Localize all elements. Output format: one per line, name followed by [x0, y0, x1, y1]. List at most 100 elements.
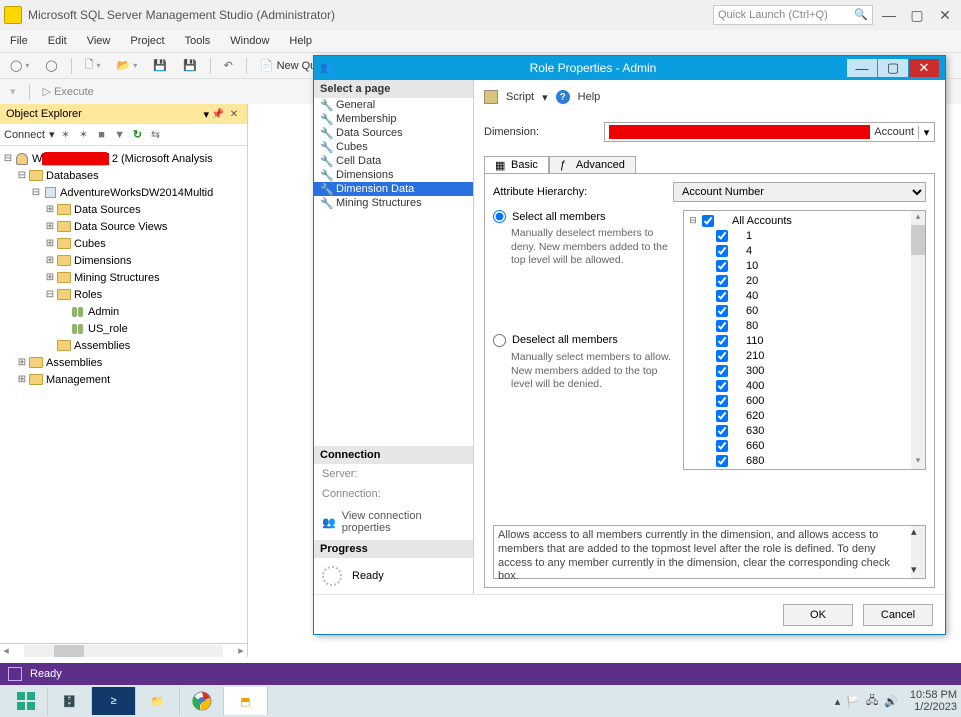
- description-scrollbar[interactable]: ▴▾: [911, 526, 925, 578]
- sync-icon[interactable]: ⇆: [149, 128, 163, 142]
- dimension-combo[interactable]: Account ▾: [604, 122, 935, 142]
- clock[interactable]: 10:58 PM 1/2/2023: [910, 689, 957, 713]
- forward-button[interactable]: ◯: [39, 57, 63, 74]
- tray-up-icon[interactable]: ▴: [835, 695, 841, 708]
- datasources-node[interactable]: Data Sources: [74, 204, 141, 216]
- server-node[interactable]: W████████ 2 (Microsoft Analysis: [32, 153, 213, 165]
- minimize-button[interactable]: —: [877, 5, 901, 25]
- refresh-icon[interactable]: ↻: [131, 128, 145, 142]
- new-button[interactable]: 🗋 ▾: [79, 54, 107, 77]
- tab-advanced[interactable]: ƒAdvanced: [549, 156, 636, 174]
- dialog-minimize[interactable]: —: [847, 59, 877, 77]
- cubes-node[interactable]: Cubes: [74, 238, 106, 250]
- usrole-node[interactable]: US_role: [88, 323, 128, 335]
- open-button[interactable]: 📂 ▾: [111, 57, 144, 74]
- member-label[interactable]: 40: [746, 290, 758, 302]
- server-manager-icon[interactable]: 🗄️: [48, 687, 92, 715]
- ok-button[interactable]: OK: [783, 604, 853, 626]
- member-label[interactable]: 20: [746, 275, 758, 287]
- menu-file[interactable]: File: [6, 33, 32, 49]
- member-label[interactable]: 630: [746, 425, 764, 437]
- tray-sound-icon[interactable]: 🔊: [884, 695, 898, 708]
- cancel-button[interactable]: Cancel: [863, 604, 933, 626]
- dropdown-arrow-icon[interactable]: ▾: [918, 126, 934, 139]
- roles-node[interactable]: Roles: [74, 289, 102, 301]
- page-mining[interactable]: 🔧Mining Structures: [314, 196, 473, 210]
- member-checkbox[interactable]: [716, 455, 728, 467]
- help-button[interactable]: Help: [578, 91, 601, 103]
- dimensions-node[interactable]: Dimensions: [74, 255, 131, 267]
- restore-button[interactable]: ▢: [905, 5, 929, 25]
- db-combo[interactable]: ▾: [4, 83, 22, 100]
- pin-icon[interactable]: 📌: [211, 107, 225, 121]
- view-connection-properties[interactable]: 👥View connection properties: [314, 504, 473, 540]
- member-checkbox[interactable]: [702, 215, 714, 227]
- member-checkbox[interactable]: [716, 260, 728, 272]
- page-membership[interactable]: 🔧Membership: [314, 112, 473, 126]
- member-checkbox[interactable]: [716, 290, 728, 302]
- member-label[interactable]: 1: [746, 230, 752, 242]
- member-checkbox[interactable]: [716, 275, 728, 287]
- member-label[interactable]: 680: [746, 455, 764, 467]
- explorer-icon[interactable]: 📁: [136, 687, 180, 715]
- tray-network-icon[interactable]: 🖧: [866, 692, 878, 711]
- script-dropdown[interactable]: ▾: [542, 91, 548, 104]
- member-checkbox[interactable]: [716, 230, 728, 242]
- member-checkbox[interactable]: [716, 335, 728, 347]
- management-node[interactable]: Management: [46, 374, 110, 386]
- dialog-close[interactable]: ✕: [909, 59, 939, 77]
- ssms-taskbar-icon[interactable]: ⬒: [224, 687, 268, 715]
- members-root[interactable]: All Accounts: [732, 215, 792, 227]
- member-checkbox[interactable]: [716, 395, 728, 407]
- page-celldata[interactable]: 🔧Cell Data: [314, 154, 473, 168]
- powershell-icon[interactable]: ≥: [92, 687, 136, 715]
- member-label[interactable]: 600: [746, 395, 764, 407]
- member-label[interactable]: 400: [746, 380, 764, 392]
- member-checkbox[interactable]: [716, 365, 728, 377]
- menu-edit[interactable]: Edit: [44, 33, 71, 49]
- admin-role-node[interactable]: Admin: [88, 306, 119, 318]
- member-checkbox[interactable]: [716, 305, 728, 317]
- aw-db-node[interactable]: AdventureWorksDW2014Multid: [60, 187, 213, 199]
- menu-project[interactable]: Project: [126, 33, 168, 49]
- close-button[interactable]: ✕: [933, 5, 957, 25]
- page-general[interactable]: 🔧General: [314, 98, 473, 112]
- script-button[interactable]: Script: [506, 91, 534, 103]
- member-checkbox[interactable]: [716, 380, 728, 392]
- save-button[interactable]: 💾: [147, 57, 173, 74]
- member-checkbox[interactable]: [716, 245, 728, 257]
- execute-button[interactable]: ▷ Execute: [37, 83, 100, 100]
- disconnect-icon[interactable]: ✶: [59, 128, 73, 142]
- member-checkbox[interactable]: [716, 440, 728, 452]
- databases-node[interactable]: Databases: [46, 170, 99, 182]
- menu-window[interactable]: Window: [226, 33, 273, 49]
- filter-icon[interactable]: ■: [95, 128, 109, 142]
- attribute-hierarchy-combo[interactable]: Account Number: [673, 182, 926, 202]
- tray-flag-icon[interactable]: 🏳️: [846, 695, 860, 708]
- member-checkbox[interactable]: [716, 425, 728, 437]
- member-label[interactable]: 4: [746, 245, 752, 257]
- page-datasources[interactable]: 🔧Data Sources: [314, 126, 473, 140]
- page-cubes[interactable]: 🔧Cubes: [314, 140, 473, 154]
- member-label[interactable]: 10: [746, 260, 758, 272]
- connect-button[interactable]: Connect: [4, 129, 45, 141]
- tab-basic[interactable]: ▦Basic: [484, 156, 549, 174]
- filter2-icon[interactable]: ▼: [113, 128, 127, 142]
- member-label[interactable]: 60: [746, 305, 758, 317]
- dropdown-icon[interactable]: ▾: [203, 108, 209, 121]
- menu-tools[interactable]: Tools: [181, 33, 215, 49]
- member-checkbox[interactable]: [716, 320, 728, 332]
- page-dimensions[interactable]: 🔧Dimensions: [314, 168, 473, 182]
- assemblies-node-inner[interactable]: Assemblies: [74, 340, 130, 352]
- deselect-all-radio[interactable]: [493, 334, 506, 347]
- mining-node[interactable]: Mining Structures: [74, 272, 160, 284]
- member-label[interactable]: 620: [746, 410, 764, 422]
- members-scrollbar[interactable]: ▴▾: [911, 211, 925, 469]
- oe-hscroll[interactable]: ◂▸: [0, 643, 247, 657]
- start-button[interactable]: [4, 687, 48, 715]
- member-label[interactable]: 80: [746, 320, 758, 332]
- dialog-maximize[interactable]: ▢: [878, 59, 908, 77]
- member-label[interactable]: 210: [746, 350, 764, 362]
- menu-view[interactable]: View: [83, 33, 115, 49]
- member-label[interactable]: 660: [746, 440, 764, 452]
